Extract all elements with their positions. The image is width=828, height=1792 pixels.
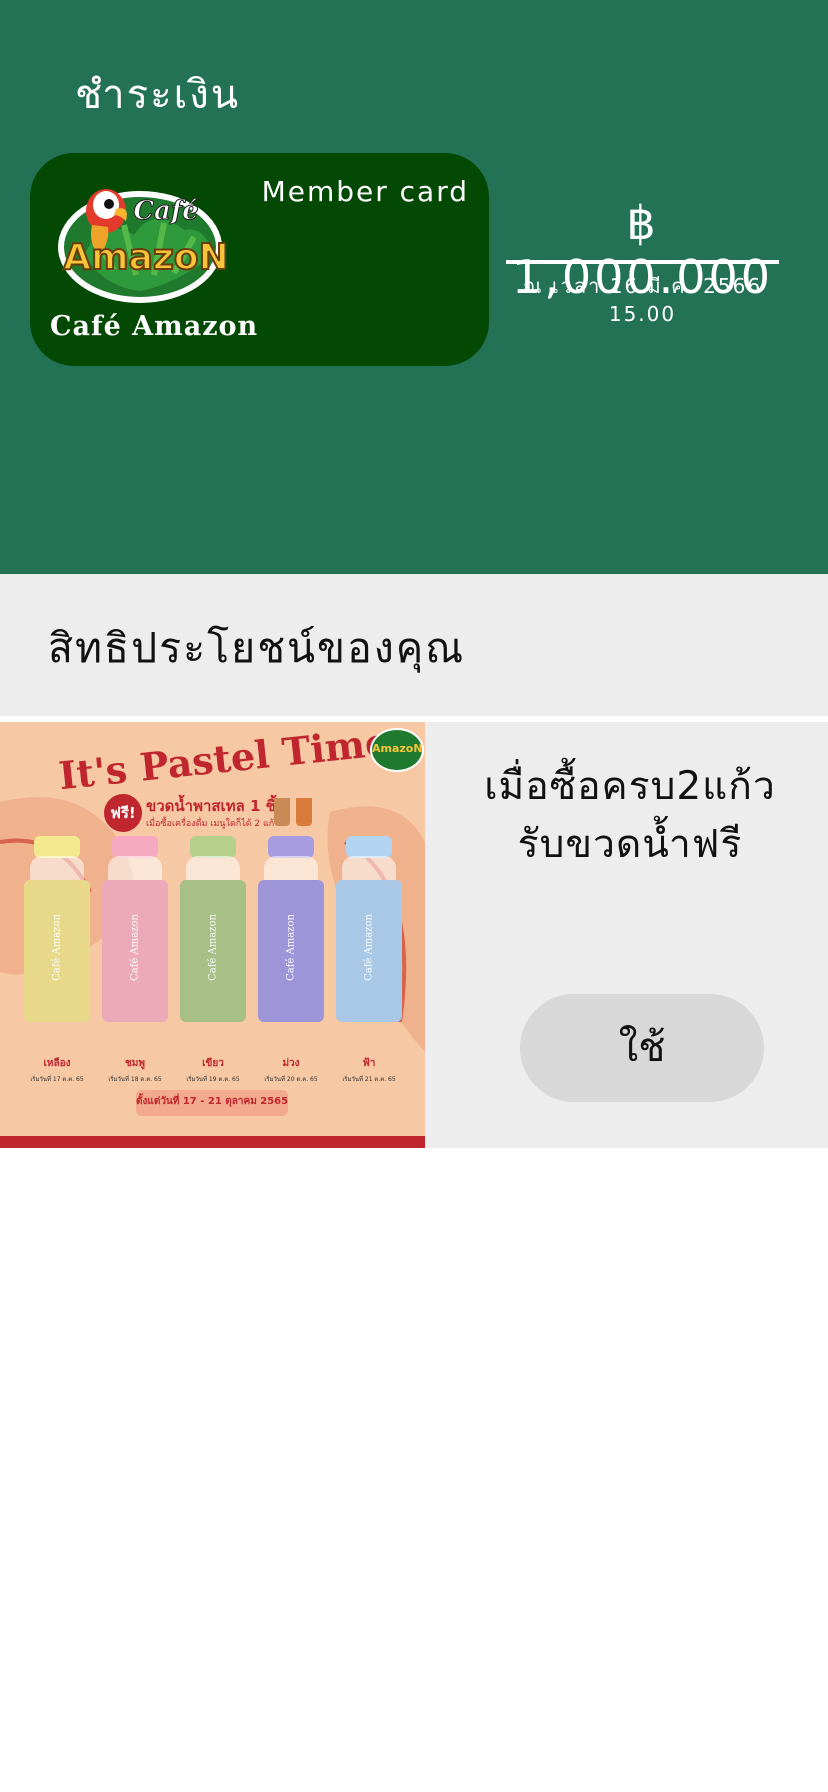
poster-color-date: เริ่มวันที่ 21 ต.ค. 65 — [342, 1076, 396, 1083]
balance-timestamp: ณ เวลา 16 มี.ค. 2566 15.00 — [522, 274, 763, 326]
payment-header-section: ชำระเงิน Café AmazoN Member card Café Am… — [0, 0, 828, 574]
bottle-cap — [34, 836, 80, 858]
brand-name: Café Amazon — [50, 311, 259, 342]
bottle-label: Café Amazon — [363, 914, 375, 981]
promo-line-2: รับขวดน้ำฟรี — [517, 822, 743, 867]
poster-color-date: เริ่มวันที่ 18 ต.ค. 65 — [108, 1076, 162, 1083]
poster-color-date: เริ่มวันที่ 20 ต.ค. 65 — [264, 1076, 318, 1083]
bottle-label: Café Amazon — [285, 914, 297, 981]
member-card[interactable]: Café AmazoN Member card Café Amazon — [30, 153, 489, 366]
poster-bottle: Café Amazon — [180, 836, 246, 1022]
member-card-label: Member card — [261, 175, 469, 208]
poster-bottle: Café Amazon — [24, 836, 90, 1022]
benefits-title: สิทธิประโยชน์ของคุณ — [48, 624, 466, 672]
poster-offer: ขวดน้ำพาสเทล 1 ชิ้น — [146, 797, 287, 815]
poster-color-date: เริ่มวันที่ 17 ต.ค. 65 — [30, 1076, 84, 1083]
promo-poster-image: It's Pastel Time AmazoN ฟรี! ขวดน้ำพาสเท… — [0, 722, 425, 1148]
poster-color-name: เหลือง — [43, 1058, 71, 1069]
cafe-amazon-logo: Café AmazoN — [58, 189, 226, 303]
poster-color-name: เขียว — [202, 1058, 224, 1069]
bottle-cap — [112, 836, 158, 858]
poster-logo: AmazoN — [370, 728, 424, 772]
poster-free-text: ฟรี! — [110, 804, 136, 822]
bottle-label: Café Amazon — [129, 914, 141, 981]
poster-date-range: ตั้งแต่วันที่ 17 - 21 ตุลาคม 2565 — [136, 1096, 289, 1107]
poster-cup-icon — [296, 798, 312, 826]
promo-description: เมื่อซื้อครบ2แก้ว รับขวดน้ำฟรี — [440, 758, 820, 874]
poster-cup-icon — [274, 798, 290, 826]
poster-bottle: Café Amazon — [258, 836, 324, 1022]
poster-bottle: Café Amazon — [102, 836, 168, 1022]
bottle-cap — [346, 836, 392, 858]
benefits-header: สิทธิประโยชน์ของคุณ — [0, 574, 828, 716]
bottle-label: Café Amazon — [207, 914, 219, 981]
poster-free-badge: ฟรี! — [104, 794, 142, 832]
logo-amazon-text: AmazoN — [63, 237, 226, 278]
bottle-cap — [268, 836, 314, 858]
poster-color-name: ฟ้า — [362, 1058, 376, 1069]
poster-offer-sub: เมื่อซื้อเครื่องดื่ม เมนูใดก็ได้ 2 แก้ว — [146, 819, 280, 829]
page-title: ชำระเงิน — [75, 72, 241, 118]
poster-color-name: ชมพู — [125, 1058, 145, 1069]
logo-cafe-text: Café — [133, 196, 198, 226]
bottle-cap — [190, 836, 236, 858]
bottle-label: Café Amazon — [51, 914, 63, 981]
poster-color-date: เริ่มวันที่ 19 ต.ค. 65 — [186, 1076, 240, 1083]
poster-color-name: ม่วง — [282, 1058, 300, 1069]
promo-card: It's Pastel Time AmazoN ฟรี! ขวดน้ำพาสเท… — [0, 722, 828, 1148]
use-button[interactable]: ใช้ — [520, 994, 764, 1102]
balance-underline — [506, 260, 779, 264]
poster-bottle: Café Amazon — [336, 836, 402, 1022]
promo-line-1: เมื่อซื้อครบ2แก้ว — [484, 764, 776, 809]
poster-logo-text: AmazoN — [372, 742, 423, 755]
